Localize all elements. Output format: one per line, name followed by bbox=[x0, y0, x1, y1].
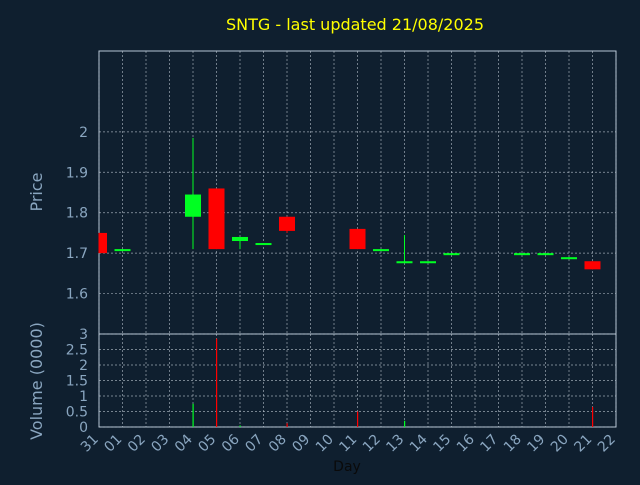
chart-background bbox=[0, 0, 640, 480]
volume-y-tick-label: 2.5 bbox=[66, 343, 88, 359]
candle-body bbox=[349, 228, 366, 250]
price-y-axis-label: Price bbox=[27, 172, 46, 211]
candle-body bbox=[396, 261, 413, 264]
candle-body bbox=[514, 253, 530, 256]
candle-31 bbox=[98, 232, 107, 254]
chart-svg: SNTG - last updated 21/08/2025 1.6 1.7 1.8… bbox=[0, 0, 640, 480]
volume-bar-13 bbox=[404, 420, 406, 427]
candle-18 bbox=[514, 253, 530, 256]
volume-bar-04 bbox=[192, 403, 194, 427]
candle-19 bbox=[537, 253, 554, 256]
chart-root: SNTG - last updated 21/08/2025 1.6 1.7 1.8… bbox=[0, 0, 640, 480]
price-y-tick-label: 1.6 bbox=[66, 287, 88, 303]
candle-08 bbox=[279, 216, 295, 233]
candle-body bbox=[232, 236, 248, 242]
price-y-tick-label: 1.7 bbox=[66, 246, 88, 262]
candle-body bbox=[537, 253, 554, 256]
x-axis-label: Day bbox=[333, 459, 361, 475]
candle-body bbox=[443, 253, 460, 256]
candle-body bbox=[208, 188, 225, 250]
volume-bar-05 bbox=[216, 338, 218, 427]
volume-bar-11 bbox=[357, 411, 359, 427]
candle-body bbox=[255, 243, 272, 246]
chart-title: SNTG - last updated 21/08/2025 bbox=[226, 15, 484, 34]
volume-y-tick-label: 1.5 bbox=[66, 374, 88, 390]
candle-11 bbox=[349, 228, 366, 250]
price-y-tick-label: 1.9 bbox=[66, 165, 88, 181]
candle-21 bbox=[584, 261, 601, 270]
candle-body bbox=[185, 194, 201, 217]
candle-body bbox=[279, 216, 295, 231]
candle-01 bbox=[114, 249, 131, 252]
volume-y-tick-label: 3 bbox=[79, 327, 88, 343]
candle-body bbox=[114, 249, 131, 252]
candle-12 bbox=[373, 249, 389, 252]
candle-body bbox=[561, 257, 577, 260]
volume-y-tick-labels: 00.511.522.53 bbox=[66, 327, 88, 436]
candle-07 bbox=[255, 243, 272, 246]
price-y-tick-label: 1.8 bbox=[66, 206, 88, 222]
volume-bar-08 bbox=[286, 423, 288, 427]
volume-bar-21 bbox=[592, 406, 594, 427]
candle-20 bbox=[561, 257, 577, 260]
price-y-tick-label: 2 bbox=[79, 125, 88, 141]
volume-y-tick-label: 0.5 bbox=[66, 405, 88, 421]
candle-05 bbox=[208, 188, 225, 250]
volume-y-tick-label: 2 bbox=[79, 358, 88, 374]
candle-body bbox=[373, 249, 389, 252]
x-tick-labels: 31 01 02 03 04 05 06 07 08 09 10 11 12 13 14 15 16 17 18 19… bbox=[78, 431, 619, 455]
volume-bar-06 bbox=[239, 425, 241, 427]
volume-y-tick-label: 1 bbox=[79, 389, 88, 405]
candle-body bbox=[584, 261, 601, 270]
volume-y-axis-label: Volume (0000) bbox=[27, 322, 46, 440]
volume-y-tick-label: 0 bbox=[79, 420, 88, 436]
candle-body bbox=[99, 232, 107, 254]
candle-15 bbox=[443, 253, 460, 256]
candle-body bbox=[420, 261, 436, 264]
candle-14 bbox=[420, 261, 436, 264]
